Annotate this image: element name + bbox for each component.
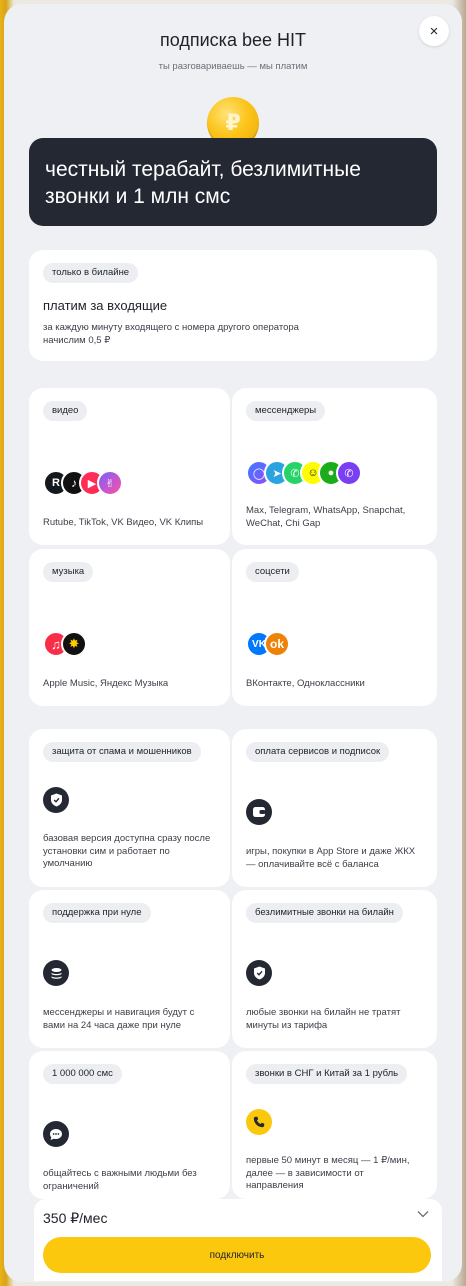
messengers-card: мессенджеры ◯ ➤ ✆ ☺ ● ✆ Max, Telegram, W… [232, 388, 437, 545]
spam-protection-chip: защита от спама и мошенников [43, 742, 201, 762]
chevron-down-icon[interactable] [417, 1207, 429, 1221]
hero-banner: честный терабайт, безлимитные звонки и 1… [29, 138, 437, 226]
close-button[interactable]: × [419, 16, 449, 46]
messengers-desc: Max, Telegram, WhatsApp, Snapchat, WeCha… [246, 505, 406, 529]
video-chip: видео [43, 401, 88, 421]
shield-icon [43, 787, 69, 813]
social-desc: ВКонтакте, Одноклассники [246, 678, 365, 689]
social-icons: VK ok [246, 631, 290, 657]
zero-balance-desc: мессенджеры и навигация будут с вами на … [43, 1007, 195, 1031]
payments-chip: оплата сервисов и подписок [246, 742, 390, 762]
music-chip: музыка [43, 562, 94, 582]
zero-balance-card: поддержка при нуле мессенджеры и навигац… [29, 890, 230, 1048]
shield-check-icon [246, 960, 272, 986]
cis-calls-desc: первые 50 минут в месяц — 1 ₽/мин, далее… [246, 1155, 410, 1191]
messengers-chip: мессенджеры [246, 401, 326, 421]
social-apps-card: соцсети VK ok ВКонтакте, Одноклассники [232, 549, 437, 706]
chat-icon [43, 1121, 69, 1147]
incoming-calls-card: только в билайне платим за входящие за к… [29, 250, 437, 361]
incoming-title: платим за входящие [43, 298, 168, 313]
price-label: 350 ₽/мес [43, 1210, 108, 1226]
sms-desc: общайтесь с важными людьми без ограничен… [43, 1168, 197, 1192]
video-icons: R ♪ ▶ ✌ [43, 470, 123, 496]
music-desc: Apple Music, Яндекс Музыка [43, 678, 169, 689]
subscription-modal: подписка bee HIT ты разговариваешь — мы … [4, 4, 462, 1282]
video-apps-card: видео R ♪ ▶ ✌ Rutube, TikTok, VK Видео, … [29, 388, 230, 545]
spam-protection-desc: базовая версия доступна сразу после уста… [43, 833, 211, 869]
payments-desc: игры, покупки в App Store и даже ЖКХ — о… [246, 846, 416, 870]
vk-clips-icon: ✌ [97, 470, 123, 496]
payments-card: оплата сервисов и подписок игры, покупки… [232, 729, 437, 887]
phone-icon [246, 1109, 272, 1135]
zero-balance-chip: поддержка при нуле [43, 903, 151, 923]
unlimited-calls-desc: любые звонки на билайн не тратят минуты … [246, 1007, 401, 1031]
incoming-desc: за каждую минуту входящего с номера друг… [43, 322, 299, 346]
cis-calls-card: звонки в СНГ и Китай за 1 рубль первые 5… [232, 1051, 437, 1199]
unlimited-calls-card: безлимитные звонки на билайн любые звонк… [232, 890, 437, 1048]
cis-calls-chip: звонки в СНГ и Китай за 1 рубль [246, 1064, 408, 1084]
odnoklassniki-icon: ok [264, 631, 290, 657]
yandex-music-icon: ✸ [61, 631, 87, 657]
unlimited-calls-chip: безлимитные звонки на билайн [246, 903, 403, 923]
video-desc: Rutube, TikTok, VK Видео, VK Клипы [43, 517, 204, 528]
chi-gap-icon: ✆ [336, 460, 362, 486]
sms-card: 1 000 000 смс общайтесь с важными людьми… [29, 1051, 230, 1199]
music-icons: ♫ ✸ [43, 631, 87, 657]
messenger-icons: ◯ ➤ ✆ ☺ ● ✆ [246, 460, 362, 486]
modal-subtitle: ты разговариваешь — мы платим [158, 61, 308, 72]
sms-chip: 1 000 000 смс [43, 1064, 122, 1084]
spam-protection-card: защита от спама и мошенников базовая вер… [29, 729, 230, 887]
social-chip: соцсети [246, 562, 299, 582]
wallet-icon [246, 799, 272, 825]
exclusive-chip: только в билайне [43, 263, 139, 283]
music-apps-card: музыка ♫ ✸ Apple Music, Яндекс Музыка [29, 549, 230, 706]
subscription-footer: 350 ₽/мес подключить [34, 1199, 442, 1281]
modal-title: подписка bee HIT [160, 30, 306, 50]
coins-icon [43, 960, 69, 986]
connect-button[interactable]: подключить [43, 1237, 431, 1273]
